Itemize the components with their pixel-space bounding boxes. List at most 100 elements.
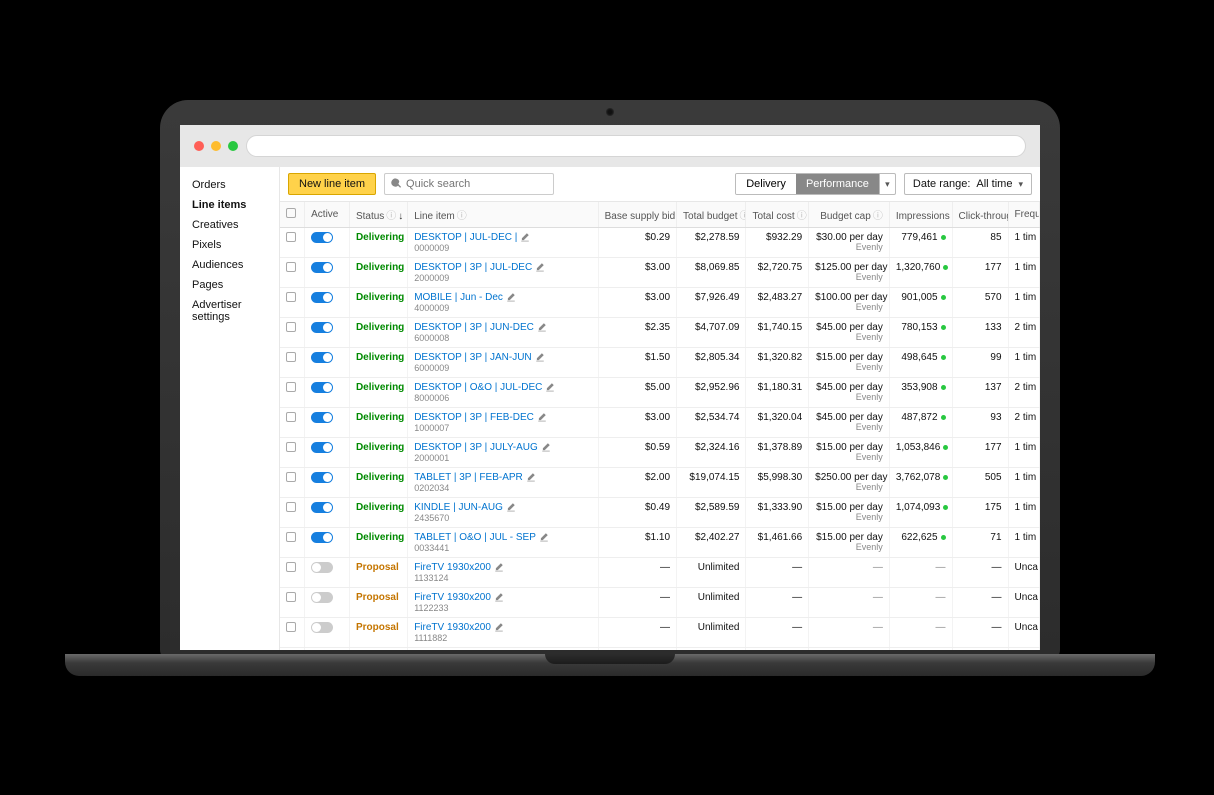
edit-icon[interactable] [541,442,551,452]
line-item-link[interactable]: DESKTOP | JUL-DEC | [414,232,517,243]
active-toggle[interactable] [311,442,333,453]
edit-icon[interactable] [539,532,549,542]
sidebar-item-advertiser-settings[interactable]: Advertiser settings [180,295,279,327]
col-cap[interactable]: Budget capⓘ [809,202,890,228]
row-checkbox[interactable] [286,232,296,242]
edit-icon[interactable] [520,232,530,242]
active-toggle[interactable] [311,262,333,273]
col-active[interactable]: Active [305,202,350,228]
line-item-link[interactable]: TABLET | O&O | JUL - SEP [414,532,536,543]
edit-icon[interactable] [506,502,516,512]
seg-performance[interactable]: Performance [796,174,879,194]
close-icon[interactable] [194,141,204,151]
active-toggle[interactable] [311,352,333,363]
sidebar-item-creatives[interactable]: Creatives [180,215,279,235]
url-bar[interactable] [246,135,1026,157]
active-toggle[interactable] [311,472,333,483]
line-item-link[interactable]: FireTV 1930x200 [414,592,491,603]
edit-icon[interactable] [494,562,504,572]
col-status[interactable]: Statusⓘ↓ [349,202,407,228]
row-checkbox[interactable] [286,322,296,332]
search-field[interactable] [406,178,547,190]
edit-icon[interactable] [494,622,504,632]
active-toggle[interactable] [311,232,333,243]
row-checkbox[interactable] [286,262,296,272]
col-freq[interactable]: Frequ [1008,202,1039,228]
row-checkbox[interactable] [286,532,296,542]
edit-icon[interactable] [537,322,547,332]
row-checkbox[interactable] [286,352,296,362]
table-row[interactable]: ProposalFireTV 1930x2001122233—Unlimited… [280,588,1040,618]
checkbox-icon[interactable] [286,208,296,218]
col-cost[interactable]: Total costⓘ [746,202,809,228]
active-toggle[interactable] [311,622,333,633]
active-toggle[interactable] [311,532,333,543]
row-checkbox[interactable] [286,292,296,302]
active-toggle[interactable] [311,292,333,303]
edit-icon[interactable] [535,352,545,362]
row-checkbox[interactable] [286,502,296,512]
sidebar-item-pixels[interactable]: Pixels [180,235,279,255]
table-row[interactable]: DeliveringDESKTOP | 3P | JUN-DEC6000008$… [280,318,1040,348]
line-item-link[interactable]: DESKTOP | O&O | JUL-DEC [414,382,542,393]
line-item-link[interactable]: MOBILE | Jun - Dec [414,292,503,303]
line-item-link[interactable]: DESKTOP | 3P | JAN-JUN [414,352,531,363]
col-impr[interactable]: Impressionsⓘ [889,202,952,228]
edit-icon[interactable] [537,412,547,422]
line-item-link[interactable]: FireTV 1930x200 [414,562,491,573]
line-item-link[interactable]: KINDLE | JUN-AUG [414,502,503,513]
edit-icon[interactable] [526,472,536,482]
active-toggle[interactable] [311,322,333,333]
table-row[interactable]: DeliveringMOBILE | Jun - Dec4000009$3.00… [280,288,1040,318]
line-item-link[interactable]: FireTV 1930x200 [414,622,491,633]
line-item-link[interactable]: DESKTOP | 3P | JUN-DEC [414,322,534,333]
sidebar-item-orders[interactable]: Orders [180,175,279,195]
table-row[interactable]: DeliveringTABLET | O&O | JUL - SEP003344… [280,528,1040,558]
col-budget[interactable]: Total budgetⓘ [677,202,746,228]
search-input[interactable] [384,173,554,195]
new-line-item-button[interactable]: New line item [288,173,376,195]
edit-icon[interactable] [494,592,504,602]
table-row[interactable]: DeliveringDESKTOP | 3P | FEB-DEC1000007$… [280,408,1040,438]
line-item-link[interactable]: TABLET | 3P | FEB-APR [414,472,523,483]
active-toggle[interactable] [311,412,333,423]
edit-icon[interactable] [535,262,545,272]
table-row[interactable]: ProposalFireTV 1930x2001133124—Unlimited… [280,558,1040,588]
table-row[interactable]: ProposalFireTV 1930x2001199876—Unlimited… [280,648,1040,651]
date-range-select[interactable]: Date range: All time ▾ [904,173,1032,195]
row-checkbox[interactable] [286,622,296,632]
row-checkbox[interactable] [286,472,296,482]
col-ct[interactable]: Click-throughsⓘ [952,202,1008,228]
table-row[interactable]: DeliveringDESKTOP | 3P | JAN-JUN6000009$… [280,348,1040,378]
table-row[interactable]: DeliveringDESKTOP | JUL-DEC |0000009$0.2… [280,228,1040,258]
active-toggle[interactable] [311,382,333,393]
table-row[interactable]: DeliveringTABLET | 3P | FEB-APR0202034$2… [280,468,1040,498]
line-item-link[interactable]: DESKTOP | 3P | JULY-AUG [414,442,538,453]
table-row[interactable]: DeliveringKINDLE | JUN-AUG2435670$0.49$2… [280,498,1040,528]
minimize-icon[interactable] [211,141,221,151]
row-checkbox[interactable] [286,382,296,392]
line-item-link[interactable]: DESKTOP | 3P | FEB-DEC [414,412,534,423]
row-checkbox[interactable] [286,592,296,602]
edit-icon[interactable] [506,292,516,302]
col-line-item[interactable]: Line itemⓘ [408,202,598,228]
table-row[interactable]: DeliveringDESKTOP | O&O | JUL-DEC8000006… [280,378,1040,408]
line-item-link[interactable]: DESKTOP | 3P | JUL-DEC [414,262,532,273]
row-checkbox[interactable] [286,442,296,452]
maximize-icon[interactable] [228,141,238,151]
seg-dropdown[interactable]: ▾ [879,174,895,194]
row-checkbox[interactable] [286,412,296,422]
sidebar-item-audiences[interactable]: Audiences [180,255,279,275]
edit-icon[interactable] [545,382,555,392]
table-row[interactable]: DeliveringDESKTOP | 3P | JULY-AUG2000001… [280,438,1040,468]
table-row[interactable]: ProposalFireTV 1930x2001111882—Unlimited… [280,618,1040,648]
col-checkbox[interactable] [280,202,305,228]
sidebar-item-line-items[interactable]: Line items [180,195,279,215]
active-toggle[interactable] [311,592,333,603]
active-toggle[interactable] [311,502,333,513]
active-toggle[interactable] [311,562,333,573]
table-row[interactable]: DeliveringDESKTOP | 3P | JUL-DEC2000009$… [280,258,1040,288]
sidebar-item-pages[interactable]: Pages [180,275,279,295]
seg-delivery[interactable]: Delivery [736,174,796,194]
row-checkbox[interactable] [286,562,296,572]
